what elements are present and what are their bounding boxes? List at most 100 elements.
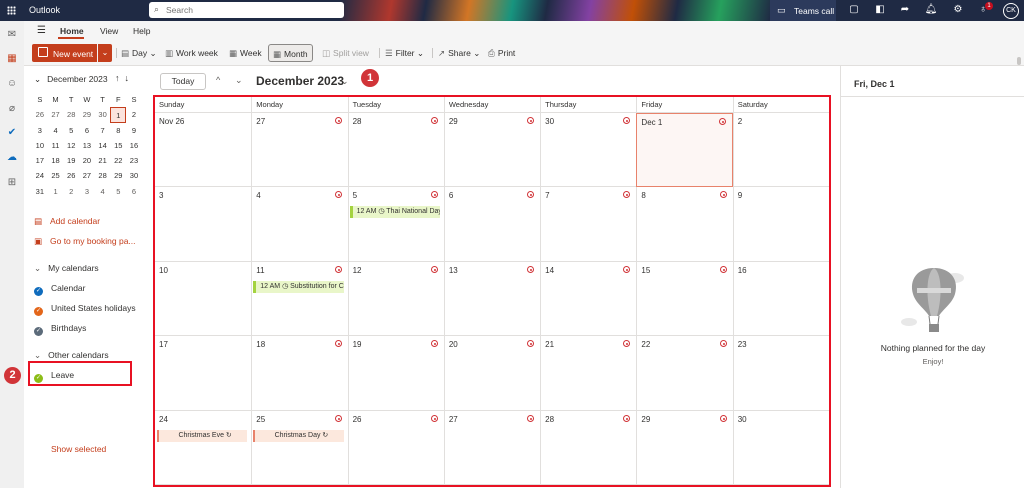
day-cell[interactable]: 18 xyxy=(251,336,348,411)
gear-icon[interactable]: ⚙ xyxy=(951,4,965,15)
mini-calendar-day[interactable]: 4 xyxy=(48,123,64,138)
day-cell[interactable]: 16 xyxy=(732,261,829,337)
hamburger-icon[interactable]: ☰ xyxy=(37,25,46,36)
add-event-icon[interactable] xyxy=(527,117,535,124)
mini-calendar-day[interactable]: 10 xyxy=(32,138,48,153)
add-event-icon[interactable] xyxy=(623,117,631,124)
mini-calendar-day[interactable]: 2 xyxy=(126,107,142,122)
mini-calendar-day[interactable]: 21 xyxy=(95,153,111,168)
mini-calendar-day[interactable]: 5 xyxy=(63,123,79,138)
mini-calendar-day[interactable]: 27 xyxy=(48,107,64,122)
chat-icon[interactable]: ▢ xyxy=(847,4,861,15)
mini-calendar-day[interactable]: 5 xyxy=(110,184,126,199)
mini-calendar-day[interactable]: 1 xyxy=(48,184,64,199)
day-cell[interactable]: 29 xyxy=(636,410,733,485)
app-launcher-icon[interactable] xyxy=(7,6,16,15)
day-cell[interactable]: 5 xyxy=(347,187,444,262)
mini-calendar-day[interactable]: 3 xyxy=(32,123,48,138)
day-view-button[interactable]: ▤ Day ⌄ xyxy=(121,44,157,62)
chevron-down-icon[interactable]: ⌄ xyxy=(341,76,349,87)
mini-calendar-day[interactable]: 9 xyxy=(126,123,142,138)
today-button[interactable]: Today xyxy=(160,73,206,90)
day-cell[interactable]: 9 xyxy=(732,187,829,262)
mini-calendar-day[interactable]: 20 xyxy=(79,153,95,168)
search-box[interactable]: ⌕ xyxy=(149,2,344,18)
add-event-icon[interactable] xyxy=(623,265,631,273)
mini-calendar-day[interactable]: 6 xyxy=(79,123,95,138)
day-cell[interactable]: 15 xyxy=(636,261,733,337)
day-cell[interactable]: 8 xyxy=(636,187,733,262)
calendar-event[interactable]: Christmas Eve ↻ xyxy=(157,429,248,442)
add-event-icon[interactable] xyxy=(334,265,342,273)
add-event-icon[interactable] xyxy=(527,414,535,422)
day-cell[interactable]: 7 xyxy=(540,187,637,262)
us-holidays-item[interactable]: ✓ United States holidays xyxy=(34,303,136,316)
arrow-up-icon[interactable]: ↑ xyxy=(115,73,120,83)
day-cell[interactable]: 27 xyxy=(251,113,348,188)
my-calendars-header[interactable]: ⌄ My calendars xyxy=(34,263,99,274)
day-cell[interactable]: 21 xyxy=(540,336,637,411)
arrow-down-icon[interactable]: ↓ xyxy=(125,73,130,83)
scrollbar-thumb[interactable] xyxy=(1017,57,1021,65)
day-cell[interactable]: 28 xyxy=(347,113,444,188)
day-cell[interactable]: 14 xyxy=(540,261,637,337)
add-event-icon[interactable] xyxy=(718,118,726,125)
attach-icon[interactable]: ⌀ xyxy=(5,103,19,117)
calendar-item[interactable]: ✓ Calendar xyxy=(34,283,86,296)
forward-icon[interactable]: ➦ xyxy=(898,4,912,15)
add-event-icon[interactable] xyxy=(719,340,727,348)
add-event-icon[interactable] xyxy=(719,191,727,199)
birthdays-item[interactable]: ✓ Birthdays xyxy=(34,323,86,336)
add-event-icon[interactable] xyxy=(430,265,438,273)
day-cell[interactable]: 30 xyxy=(540,113,637,188)
add-event-icon[interactable] xyxy=(719,265,727,273)
bell-icon[interactable]: 🔔︎ xyxy=(924,4,938,15)
add-event-icon[interactable] xyxy=(623,340,631,348)
add-event-icon[interactable] xyxy=(430,191,438,199)
calendar-event[interactable]: Christmas Day ↻ xyxy=(253,429,344,442)
onedrive-cloud-icon[interactable]: ☁ xyxy=(5,152,19,166)
add-event-icon[interactable] xyxy=(430,414,438,422)
show-selected-link[interactable]: Show selected xyxy=(51,444,106,454)
day-cell[interactable]: 10 xyxy=(155,262,252,337)
day-cell[interactable]: 3 xyxy=(155,187,252,262)
calendar-event[interactable]: 12 AM ◷ Substitution for C xyxy=(253,280,344,293)
calendar-icon[interactable]: ▦ xyxy=(5,53,19,67)
mail-icon[interactable]: ✉ xyxy=(5,29,19,43)
mini-calendar-day[interactable]: 13 xyxy=(79,138,95,153)
new-event-button[interactable]: New event xyxy=(32,44,97,62)
tab-home[interactable]: Home xyxy=(60,26,84,36)
apps-icon[interactable]: ⊞ xyxy=(5,177,19,191)
mini-calendar-day[interactable]: 14 xyxy=(95,138,111,153)
mini-calendar-header[interactable]: ⌄ December 2023 xyxy=(34,74,108,85)
calendar-event[interactable]: 12 AM ◷ Thai National Day xyxy=(349,206,440,219)
booking-page-link[interactable]: ▣ Go to my booking pa... xyxy=(34,236,136,247)
mini-calendar-day[interactable]: 26 xyxy=(32,107,48,122)
day-cell[interactable]: 19 xyxy=(347,336,444,411)
app-name[interactable]: Outlook xyxy=(29,5,60,15)
mini-calendar-day[interactable]: 24 xyxy=(32,168,48,183)
mini-calendar-day[interactable]: 26 xyxy=(63,168,79,183)
tab-help[interactable]: Help xyxy=(133,26,150,36)
mini-calendar-day[interactable]: 22 xyxy=(110,153,126,168)
next-icon[interactable]: ⌄ xyxy=(235,75,243,86)
tab-view[interactable]: View xyxy=(100,26,118,36)
mini-calendar-day[interactable]: 31 xyxy=(32,184,48,199)
day-cell[interactable]: 24 xyxy=(155,411,252,485)
day-cell[interactable]: 6 xyxy=(443,187,541,262)
mini-calendar-day[interactable]: 16 xyxy=(126,138,142,153)
day-cell[interactable]: 20 xyxy=(443,336,541,411)
mini-calendar-day[interactable]: 3 xyxy=(79,184,95,199)
day-cell[interactable]: 25 xyxy=(251,410,348,485)
work-week-button[interactable]: ▥ Work week xyxy=(165,44,218,62)
search-input[interactable] xyxy=(166,4,336,16)
people-icon[interactable]: ☺ xyxy=(5,78,19,92)
day-cell[interactable]: 11 xyxy=(251,261,348,337)
day-cell[interactable]: Nov 26 xyxy=(155,113,252,188)
mini-calendar-day[interactable]: 6 xyxy=(126,184,142,199)
new-event-dropdown[interactable]: ⌄ xyxy=(98,44,112,62)
add-event-icon[interactable] xyxy=(430,340,438,348)
day-cell[interactable]: 23 xyxy=(732,336,829,411)
day-cell[interactable]: 28 xyxy=(540,410,637,485)
mini-calendar-day[interactable]: 8 xyxy=(110,123,126,138)
